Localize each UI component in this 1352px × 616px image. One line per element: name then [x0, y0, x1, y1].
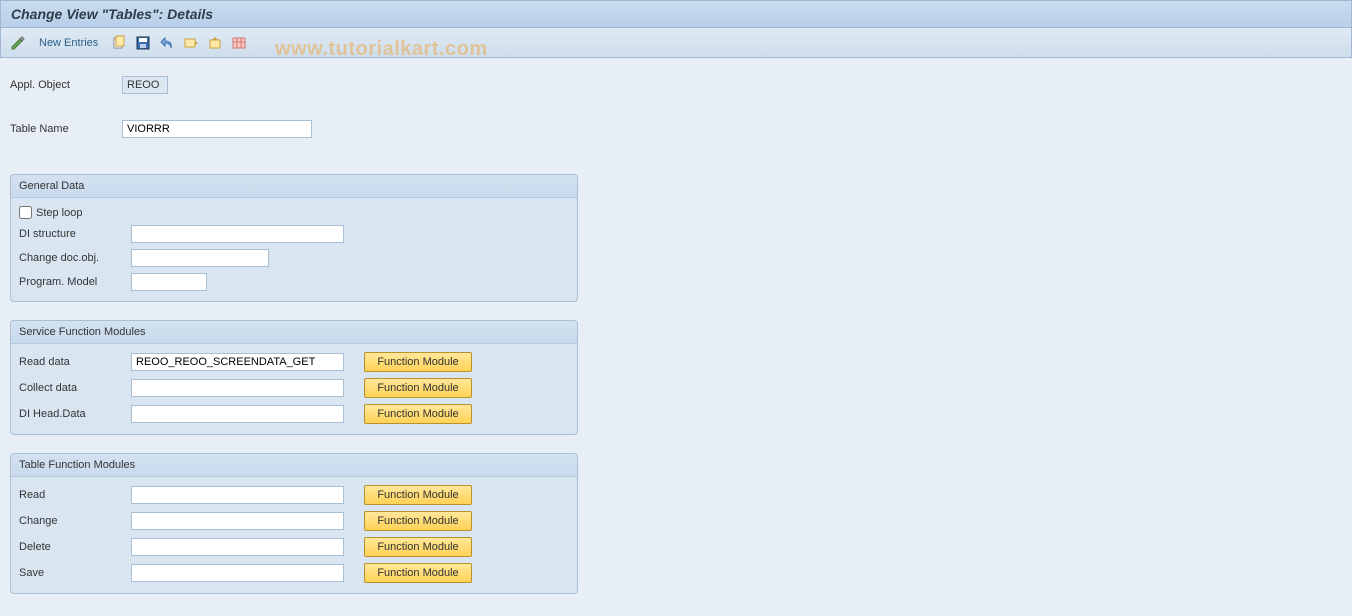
row-progmodel: Program. Model [11, 273, 577, 291]
tf-change-label: Change [19, 515, 131, 527]
diheaddata-input[interactable] [131, 405, 344, 423]
diheaddata-fm-button[interactable]: Function Module [364, 404, 472, 424]
changedoc-label: Change doc.obj. [19, 252, 131, 264]
group-title-general: General Data [11, 175, 577, 198]
changedoc-input[interactable] [131, 249, 269, 267]
collectdata-fm-button[interactable]: Function Module [364, 378, 472, 398]
row-tf-delete: Delete Function Module [11, 537, 577, 557]
collectdata-label: Collect data [19, 382, 131, 394]
group-table-fm: Table Function Modules Read Function Mod… [10, 453, 578, 594]
save-icon[interactable] [134, 34, 152, 52]
group-general-data: General Data Step loop DI structure Chan… [10, 174, 578, 302]
transport-icon[interactable] [182, 34, 200, 52]
table-name-input[interactable] [122, 120, 312, 138]
content-area: Appl. Object REOO Table Name General Dat… [0, 58, 1352, 604]
row-tf-save: Save Function Module [11, 563, 577, 583]
row-collectdata: Collect data Function Module [11, 378, 577, 398]
di-structure-input[interactable] [131, 225, 344, 243]
tf-save-label: Save [19, 567, 131, 579]
title-bar: Change View "Tables": Details [0, 0, 1352, 28]
tf-delete-fm-button[interactable]: Function Module [364, 537, 472, 557]
table-name-label: Table Name [10, 123, 122, 135]
readdata-label: Read data [19, 356, 131, 368]
undo-icon[interactable] [158, 34, 176, 52]
tf-delete-label: Delete [19, 541, 131, 553]
row-tf-read: Read Function Module [11, 485, 577, 505]
row-di-structure: DI structure [11, 225, 577, 243]
toolbar: New Entries [0, 28, 1352, 58]
readdata-fm-button[interactable]: Function Module [364, 352, 472, 372]
appl-object-label: Appl. Object [10, 79, 122, 91]
row-appl-object: Appl. Object REOO [10, 76, 1342, 94]
row-readdata: Read data Function Module [11, 352, 577, 372]
row-table-name: Table Name [10, 120, 1342, 138]
progmodel-label: Program. Model [19, 276, 131, 288]
di-structure-label: DI structure [19, 228, 131, 240]
toggle-edit-icon[interactable] [9, 34, 27, 52]
row-changedoc: Change doc.obj. [11, 249, 577, 267]
step-loop-label: Step loop [36, 207, 82, 219]
progmodel-input[interactable] [131, 273, 207, 291]
tf-save-input[interactable] [131, 564, 344, 582]
diheaddata-label: DI Head.Data [19, 408, 131, 420]
tf-delete-input[interactable] [131, 538, 344, 556]
tf-read-label: Read [19, 489, 131, 501]
tf-change-input[interactable] [131, 512, 344, 530]
readdata-input[interactable] [131, 353, 344, 371]
group-title-table-fm: Table Function Modules [11, 454, 577, 477]
tf-save-fm-button[interactable]: Function Module [364, 563, 472, 583]
row-diheaddata: DI Head.Data Function Module [11, 404, 577, 424]
collectdata-input[interactable] [131, 379, 344, 397]
new-entries-button[interactable]: New Entries [33, 37, 104, 49]
row-step-loop: Step loop [11, 206, 577, 219]
step-loop-checkbox[interactable] [19, 206, 32, 219]
group-title-service-fm: Service Function Modules [11, 321, 577, 344]
tf-read-fm-button[interactable]: Function Module [364, 485, 472, 505]
table-settings-icon[interactable] [230, 34, 248, 52]
tf-read-input[interactable] [131, 486, 344, 504]
appl-object-value: REOO [122, 76, 168, 94]
export-icon[interactable] [206, 34, 224, 52]
page-title: Change View "Tables": Details [11, 6, 213, 22]
copy-icon[interactable] [110, 34, 128, 52]
tf-change-fm-button[interactable]: Function Module [364, 511, 472, 531]
group-service-fm: Service Function Modules Read data Funct… [10, 320, 578, 435]
row-tf-change: Change Function Module [11, 511, 577, 531]
